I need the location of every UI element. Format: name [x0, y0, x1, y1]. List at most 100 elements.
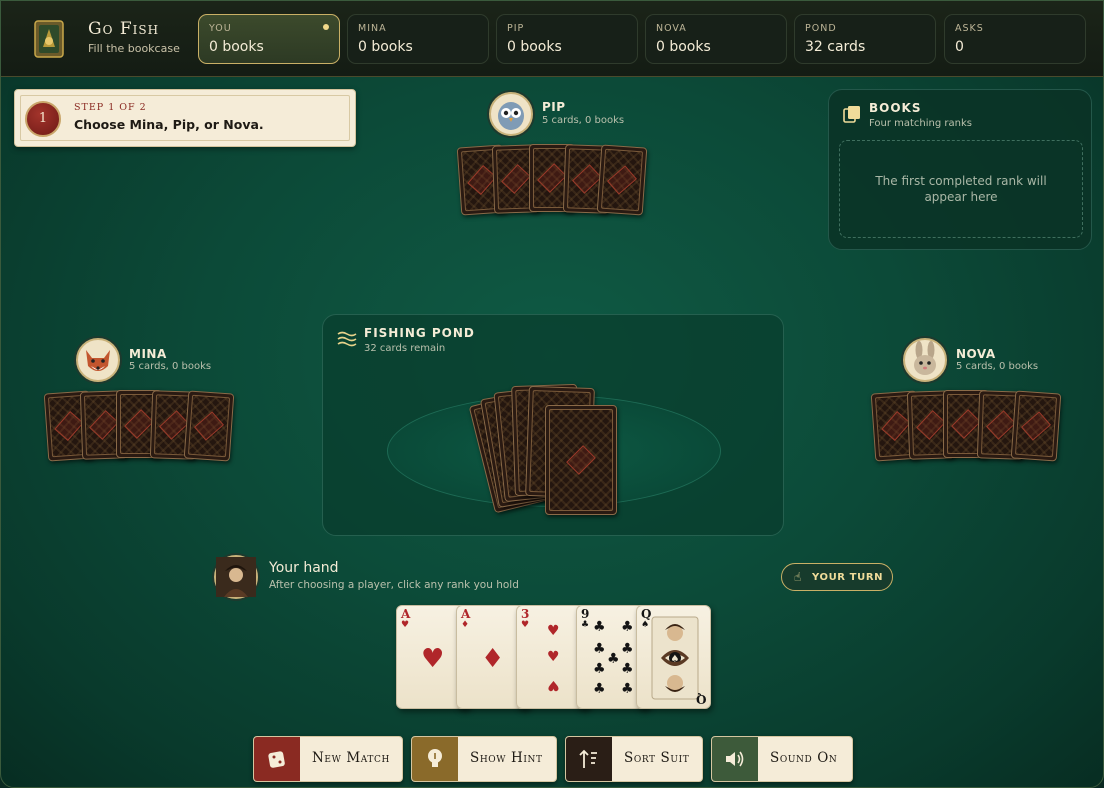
pointer-hand-icon: ☝	[794, 570, 802, 584]
stat-label: POND	[805, 23, 837, 34]
fishing-pond: FISHING POND 32 cards remain	[322, 314, 784, 536]
card-pip: ♥	[547, 649, 560, 665]
hand-subtitle: After choosing a player, click any rank …	[269, 579, 519, 591]
player-name-mina: MINA	[129, 347, 167, 361]
pond-card[interactable]	[545, 405, 617, 515]
stat-you: YOU 0 books	[198, 14, 340, 64]
card-rank: 9	[581, 607, 590, 621]
app-subtitle: Fill the bookcase	[88, 42, 180, 55]
active-turn-dot	[323, 24, 329, 30]
card-pip: ♣	[593, 619, 606, 635]
card-pip: ♥	[547, 677, 560, 693]
stat-label: ASKS	[955, 23, 984, 34]
hand-card-queen-spades[interactable]: Q ♠ ♠ Q	[636, 605, 711, 709]
stat-label: YOU	[209, 23, 232, 34]
button-icon-box	[254, 737, 300, 781]
books-title: BOOKS	[869, 101, 922, 115]
new-match-button[interactable]: New Match	[253, 736, 403, 782]
button-label: New Match	[312, 750, 390, 766]
books-empty-slot: The first completed rank will appear her…	[839, 140, 1083, 238]
stat-label: MINA	[358, 23, 387, 34]
hand-title: Your hand	[269, 560, 339, 576]
stat-value: 0 books	[209, 39, 264, 55]
stat-asks: ASKS 0	[944, 14, 1086, 64]
card-rank: 3	[521, 607, 530, 621]
sort-icon	[579, 749, 597, 768]
rabbit-avatar-icon[interactable]	[903, 338, 947, 382]
turn-label: YOUR TURN	[812, 572, 884, 583]
player-info-nova: 5 cards, 0 books	[956, 361, 1039, 372]
card-suit: ♦	[461, 620, 470, 630]
books-panel: BOOKS Four matching ranks The first comp…	[828, 89, 1092, 250]
card-rank: A	[401, 607, 411, 621]
game-table: Go Fish Fill the bookcase YOU 0 books MI…	[0, 0, 1104, 788]
fox-avatar-icon[interactable]	[76, 338, 120, 382]
card-pip: ♣	[621, 641, 634, 657]
sound-toggle-button[interactable]: Sound On	[711, 736, 853, 782]
card-pip: ♣	[593, 661, 606, 677]
player-name-pip: PIP	[542, 100, 566, 114]
button-label: Sort Suit	[624, 750, 690, 766]
stat-pip: PIP 0 books	[496, 14, 638, 64]
player-avatar	[214, 555, 258, 599]
card-center-pip: ♥	[421, 644, 445, 674]
step-number-badge: 1	[25, 101, 61, 137]
card-back[interactable]	[1010, 390, 1062, 462]
card-pip: ♣	[621, 619, 634, 635]
button-label: Show Hint	[470, 750, 543, 766]
player-info-mina: 5 cards, 0 books	[129, 361, 212, 372]
card-pip: ♣	[593, 681, 606, 697]
card-pip: ♣	[621, 661, 634, 677]
show-hint-button[interactable]: Show Hint	[411, 736, 557, 782]
card-rank: A	[461, 607, 471, 621]
dice-icon	[268, 751, 285, 768]
owl-avatar-icon[interactable]	[489, 92, 533, 136]
step-banner: 1 STEP 1 OF 2 Choose Mina, Pip, or Nova.	[14, 89, 356, 147]
stat-pond: POND 32 cards	[794, 14, 936, 64]
button-icon-box	[412, 737, 458, 781]
bookcase-logo-icon	[34, 20, 64, 58]
card-pip: ♣	[621, 681, 634, 697]
card-suit: ♥	[401, 620, 410, 630]
books-subtitle: Four matching ranks	[869, 118, 972, 129]
app-title: Go Fish	[88, 19, 160, 39]
card-pip: ♥	[547, 623, 560, 639]
player-info-pip: 5 cards, 0 books	[542, 115, 625, 126]
card-center-pip: ♦	[481, 644, 505, 674]
pond-subtitle: 32 cards remain	[364, 343, 446, 354]
stat-label: PIP	[507, 23, 525, 34]
rabbit-face	[914, 341, 936, 375]
card-suit: ♣	[581, 620, 590, 630]
top-bar: Go Fish Fill the bookcase YOU 0 books MI…	[1, 1, 1103, 77]
stat-mina: MINA 0 books	[347, 14, 489, 64]
stat-label: NOVA	[656, 23, 687, 34]
button-label: Sound On	[770, 750, 838, 766]
card-rank-inverted: Q	[695, 692, 706, 706]
player-name-nova: NOVA	[956, 347, 996, 361]
button-icon-box	[566, 737, 612, 781]
button-icon-box	[712, 737, 758, 781]
queen-portrait: ♠	[651, 616, 699, 700]
waves-icon	[337, 331, 357, 347]
stat-nova: NOVA 0 books	[645, 14, 787, 64]
stat-value: 32 cards	[805, 39, 866, 55]
card-back[interactable]	[183, 390, 235, 462]
card-suit: ♠	[641, 620, 650, 630]
stat-value: 0 books	[507, 39, 562, 55]
portrait-face	[216, 557, 256, 597]
card-pip: ♣	[593, 641, 606, 657]
card-rank: Q	[641, 607, 652, 621]
books-icon	[843, 106, 860, 123]
card-pip: ♣	[607, 651, 620, 667]
card-suit: ♥	[521, 620, 530, 630]
stat-value: 0 books	[358, 39, 413, 55]
sort-suit-button[interactable]: Sort Suit	[565, 736, 703, 782]
fox-face	[86, 350, 110, 371]
speaker-icon	[726, 751, 744, 767]
card-back[interactable]	[596, 144, 648, 216]
step-instruction: Choose Mina, Pip, or Nova.	[74, 117, 264, 132]
pond-title: FISHING POND	[364, 326, 475, 340]
stat-value: 0	[955, 39, 964, 55]
lightbulb-icon	[428, 749, 442, 767]
owl-face	[498, 102, 524, 130]
